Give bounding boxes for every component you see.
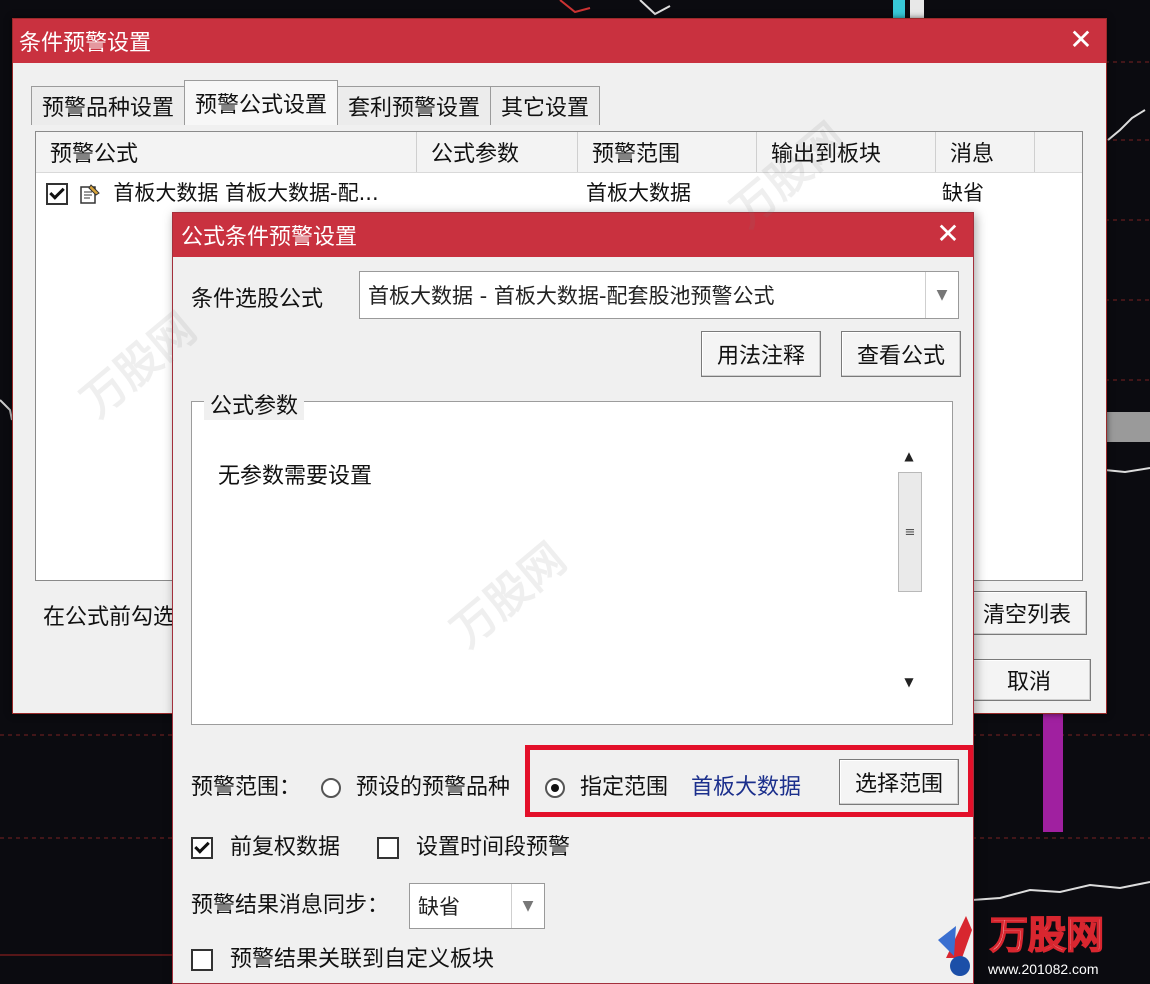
main-titlebar[interactable]: 条件预警设置 ✕ bbox=[13, 19, 1106, 63]
column-header-formula[interactable]: 预警公式 bbox=[36, 132, 417, 172]
row-range: 首板大数据 bbox=[586, 181, 691, 205]
column-header-params[interactable]: 公式参数 bbox=[417, 132, 578, 172]
radio-preset[interactable] bbox=[321, 778, 341, 798]
link-checkbox[interactable] bbox=[191, 949, 213, 971]
link-label: 预警结果关联到自定义板块 bbox=[230, 947, 495, 972]
arrow-up-icon[interactable]: ▲ bbox=[896, 444, 922, 468]
dialog-title: 公式条件预警设置 bbox=[181, 225, 358, 250]
scroll-thumb[interactable]: ≡ bbox=[898, 472, 922, 592]
tab-other-settings[interactable]: 其它设置 bbox=[490, 86, 601, 125]
range-label: 预警范围： bbox=[191, 775, 302, 800]
wangu-logo: 万股网 www.201082.com bbox=[938, 914, 1105, 977]
chevron-down-icon[interactable]: ▼ bbox=[925, 272, 958, 318]
radio-preset-label: 预设的预警品种 bbox=[356, 775, 511, 800]
formula-doc-icon bbox=[79, 184, 100, 204]
time-period-checkbox[interactable] bbox=[377, 837, 399, 859]
adjust-option[interactable]: 前复权数据 bbox=[191, 829, 340, 861]
params-groupbox: 公式参数 无参数需要设置 ▲ ≡ ▼ bbox=[191, 388, 953, 725]
logo-url: www.201082.com bbox=[987, 961, 1099, 977]
params-group-label: 公式参数 bbox=[204, 388, 305, 420]
radio-preset-option[interactable]: 预设的预警品种 bbox=[321, 769, 510, 801]
row-checkbox[interactable] bbox=[46, 183, 68, 205]
dialog-titlebar[interactable]: 公式条件预警设置 ✕ bbox=[173, 213, 973, 257]
close-icon[interactable]: ✕ bbox=[933, 219, 963, 249]
formula-select-label: 条件选股公式 bbox=[191, 287, 324, 312]
params-empty-text: 无参数需要设置 bbox=[218, 464, 373, 489]
view-formula-button[interactable]: 查看公式 bbox=[841, 331, 961, 377]
time-period-option[interactable]: 设置时间段预警 bbox=[377, 829, 570, 861]
column-header-range[interactable]: 预警范围 bbox=[578, 132, 757, 172]
row-formula-name: 首板大数据 首板大数据-配... bbox=[113, 181, 379, 205]
highlight-box bbox=[525, 745, 973, 817]
close-icon[interactable]: ✕ bbox=[1066, 25, 1096, 55]
usage-notes-button[interactable]: 用法注释 bbox=[701, 331, 821, 377]
tab-variety-settings[interactable]: 预警品种设置 bbox=[31, 86, 186, 125]
column-header-output[interactable]: 输出到板块 bbox=[757, 132, 936, 172]
logo-text: 万股网 bbox=[990, 915, 1104, 957]
chevron-down-icon[interactable]: ▼ bbox=[511, 884, 544, 928]
sync-select-value: 缺省 bbox=[418, 895, 460, 919]
main-tabs: 预警品种设置 预警公式设置 套利预警设置 其它设置 bbox=[31, 80, 601, 125]
row-message: 缺省 bbox=[942, 181, 984, 205]
params-scrollbar[interactable]: ▲ ≡ ▼ bbox=[896, 444, 922, 694]
formula-alert-dialog: 公式条件预警设置 ✕ 条件选股公式 首板大数据 - 首板大数据-配套股池预警公式… bbox=[172, 212, 974, 984]
formula-list-header: 预警公式 公式参数 预警范围 输出到板块 消息 bbox=[36, 132, 1082, 173]
adjust-label: 前复权数据 bbox=[230, 835, 341, 860]
tab-formula-settings[interactable]: 预警公式设置 bbox=[184, 80, 339, 125]
sync-label: 预警结果消息同步： bbox=[191, 893, 390, 918]
tab-arbitrage-settings[interactable]: 套利预警设置 bbox=[337, 86, 492, 125]
link-option[interactable]: 预警结果关联到自定义板块 bbox=[191, 941, 494, 973]
clear-list-button[interactable]: 清空列表 bbox=[967, 591, 1087, 635]
table-row[interactable]: 首板大数据 首板大数据-配... 首板大数据 缺省 bbox=[36, 173, 1082, 211]
formula-select[interactable]: 首板大数据 - 首板大数据-配套股池预警公式 ▼ bbox=[359, 271, 959, 319]
time-period-label: 设置时间段预警 bbox=[416, 835, 571, 860]
bottom-hint-text: 在公式前勾选 bbox=[43, 605, 176, 630]
main-window-title: 条件预警设置 bbox=[19, 31, 152, 56]
adjust-checkbox[interactable] bbox=[191, 837, 213, 859]
column-header-message[interactable]: 消息 bbox=[936, 132, 1035, 172]
arrow-down-icon[interactable]: ▼ bbox=[896, 670, 922, 694]
cancel-button[interactable]: 取消 bbox=[967, 659, 1091, 701]
formula-select-value: 首板大数据 - 首板大数据-配套股池预警公式 bbox=[368, 284, 775, 308]
sync-select[interactable]: 缺省 ▼ bbox=[409, 883, 545, 929]
